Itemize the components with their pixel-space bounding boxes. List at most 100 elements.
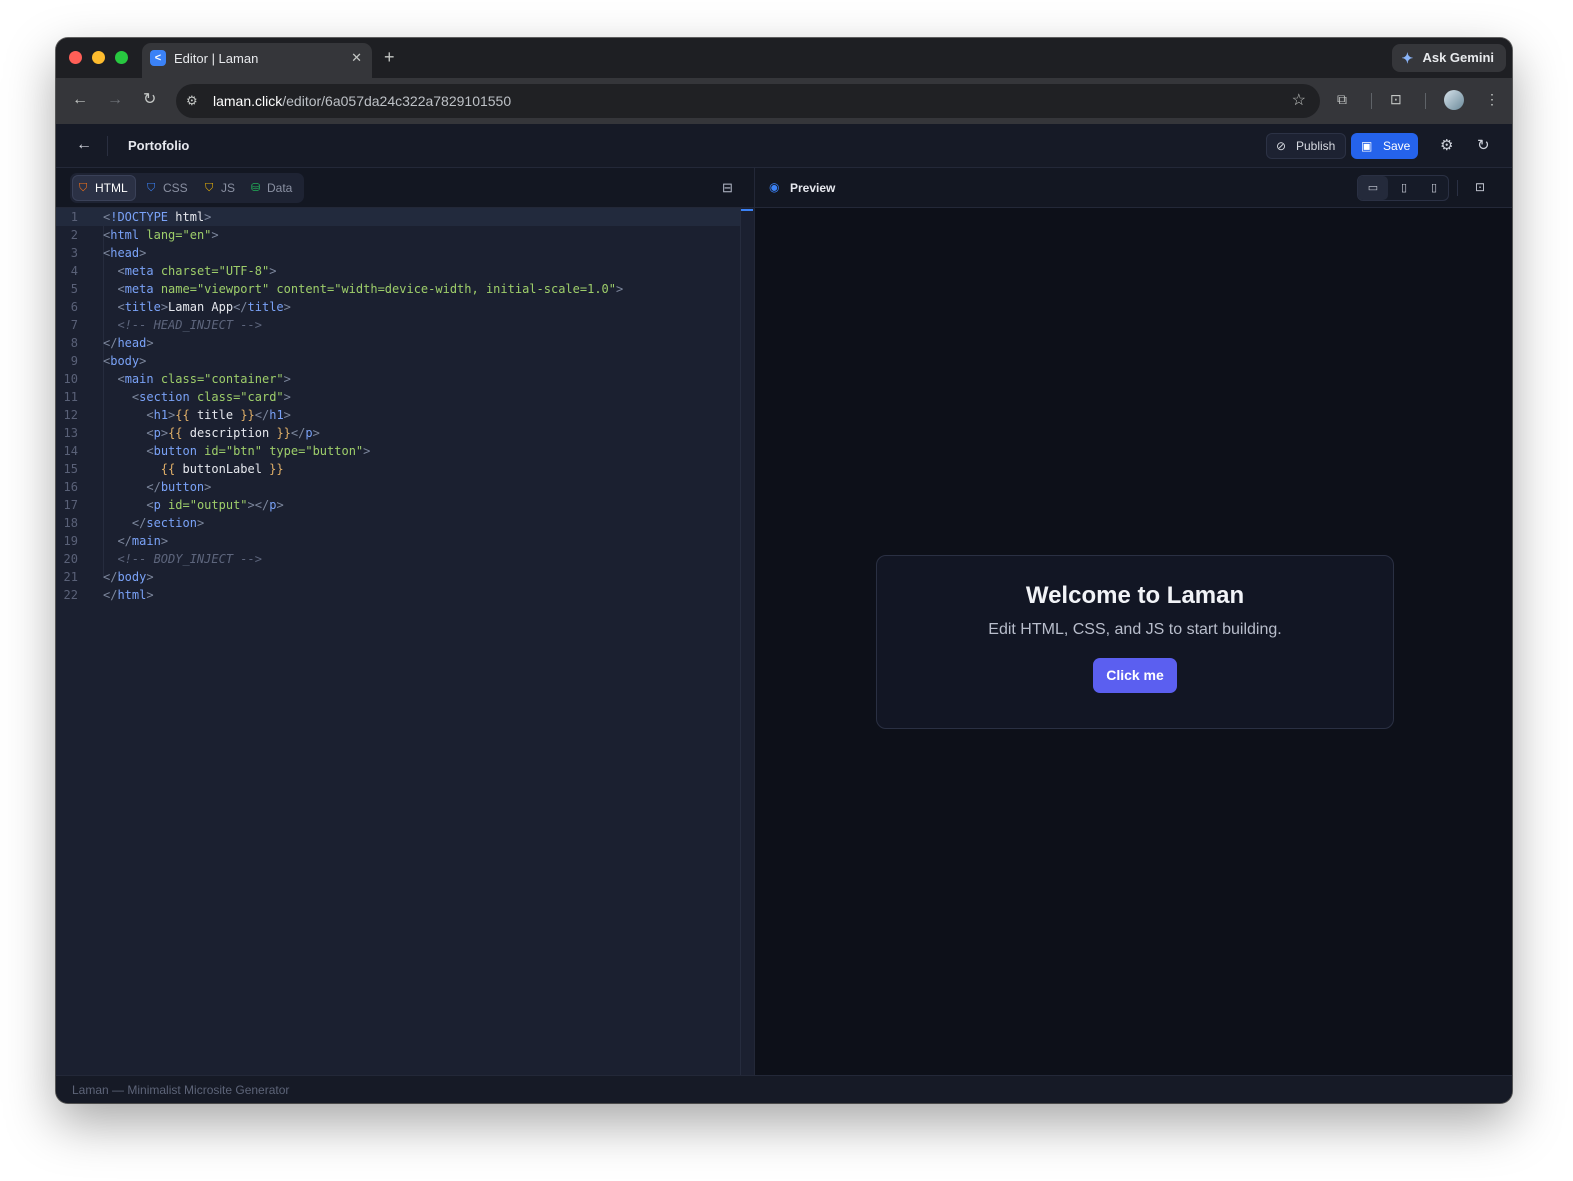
- console-terminal-icon[interactable]: ⊡: [1475, 180, 1485, 194]
- code-token: <: [117, 282, 125, 296]
- code-token: head: [117, 336, 147, 350]
- url-text: laman.click/editor/6a057da24c322a7829101…: [213, 84, 511, 118]
- code-line[interactable]: 5 <meta name="viewport" content="width=d…: [56, 280, 740, 298]
- tab-js[interactable]: ⛉ JS: [199, 176, 235, 200]
- code-line[interactable]: 7 <!-- HEAD_INJECT -->: [56, 316, 740, 334]
- code-token: html: [117, 588, 147, 602]
- code-token: button: [160, 480, 205, 494]
- code-line[interactable]: 9 <body>: [56, 352, 740, 370]
- line-number: 2: [70, 228, 78, 242]
- code-line[interactable]: 4 <meta charset="UTF-8">: [56, 262, 740, 280]
- code-line[interactable]: 12 <h1>{{ title }}</h1>: [56, 406, 740, 424]
- tab-html[interactable]: ⛉ HTML: [73, 176, 135, 200]
- line-number: 17: [63, 498, 78, 512]
- address-bar[interactable]: ⚙ laman.click/editor/6a057da24c322a78291…: [176, 84, 1320, 118]
- code-token: >: [139, 246, 147, 260]
- code-text: </section>: [103, 514, 204, 532]
- code-token: description: [182, 426, 277, 440]
- desktop-view-button[interactable]: ▭: [1358, 176, 1388, 200]
- line-number: 7: [70, 318, 78, 332]
- code-line[interactable]: 21 </body>: [56, 568, 740, 586]
- code-token: "output": [189, 498, 248, 512]
- refresh-icon[interactable]: ↻: [1477, 136, 1490, 154]
- code-token: >: [211, 228, 219, 242]
- code-line[interactable]: 2 <html lang="en">: [56, 226, 740, 244]
- publish-button[interactable]: ⊘ Publish: [1266, 133, 1346, 159]
- line-number: 19: [63, 534, 78, 548]
- site-info-icon[interactable]: ⚙: [186, 84, 198, 118]
- minimize-window-button[interactable]: [92, 51, 105, 64]
- code-token: <: [117, 372, 125, 386]
- code-token: type=: [261, 444, 306, 458]
- click-me-button[interactable]: Click me: [1093, 658, 1177, 693]
- reload-icon[interactable]: ↻: [143, 90, 156, 110]
- bookmark-star-icon[interactable]: ☆: [1292, 84, 1306, 118]
- code-token: head: [110, 246, 140, 260]
- code-text: <main class="container">: [103, 370, 290, 388]
- line-number: 1: [70, 210, 78, 224]
- more-vert-icon[interactable]: ⋮: [1485, 91, 1499, 108]
- tablet-view-button[interactable]: ▯: [1389, 176, 1419, 200]
- code-line[interactable]: 14 <button id="btn" type="button">: [56, 442, 740, 460]
- line-number: 11: [63, 390, 78, 404]
- code-line[interactable]: 17 <p id="output"></p>: [56, 496, 740, 514]
- browser-window: < Editor | Laman ✕ + ✦ Ask Gemini ← → ↻ …: [56, 38, 1512, 1103]
- profile-avatar[interactable]: [1444, 90, 1464, 110]
- code-token: >: [196, 516, 205, 530]
- code-line[interactable]: 11 <section class="card">: [56, 388, 740, 406]
- code-text: </main>: [103, 532, 168, 550]
- editor-scrollbar[interactable]: [740, 208, 754, 1075]
- format-code-icon[interactable]: ⊟: [722, 180, 733, 196]
- back-arrow-icon[interactable]: ←: [76, 136, 92, 154]
- code-token: p: [153, 426, 161, 440]
- tab-search-icon[interactable]: ⊡: [1390, 91, 1402, 108]
- code-line[interactable]: 22 </html>: [56, 586, 740, 604]
- code-text: <head>: [103, 244, 146, 262]
- save-disk-icon: ▣: [1361, 139, 1373, 153]
- code-line[interactable]: 6 <title>Laman App</title>: [56, 298, 740, 316]
- code-text: <!-- HEAD_INJECT -->: [103, 316, 262, 334]
- browser-tab-editor[interactable]: < Editor | Laman ✕: [142, 43, 372, 78]
- settings-gear-icon[interactable]: ⚙: [1440, 136, 1453, 154]
- code-token: button: [153, 444, 197, 458]
- code-token: p: [153, 498, 161, 512]
- tab-title: Editor | Laman: [174, 51, 259, 66]
- extensions-icon[interactable]: ⧉: [1337, 91, 1347, 108]
- code-area[interactable]: 1 <!DOCTYPE html> 2 <html lang="en"> 3 <head>…: [56, 208, 740, 1075]
- tab-data[interactable]: ⛁ Data: [245, 176, 292, 200]
- close-window-button[interactable]: [69, 51, 82, 64]
- mobile-view-button[interactable]: ▯: [1419, 176, 1449, 200]
- database-icon: ⛁: [251, 182, 261, 194]
- code-line[interactable]: 10 <main class="container">: [56, 370, 740, 388]
- tab-css[interactable]: ⛉ CSS: [141, 176, 188, 200]
- forward-arrow-icon[interactable]: →: [107, 90, 123, 110]
- code-line[interactable]: 19 </main>: [56, 532, 740, 550]
- code-line[interactable]: 18 </section>: [56, 514, 740, 532]
- ask-gemini-button[interactable]: ✦ Ask Gemini: [1392, 44, 1506, 72]
- code-token: {{: [168, 426, 183, 440]
- tab-close-icon[interactable]: ✕: [351, 50, 362, 66]
- code-line[interactable]: 15 {{ buttonLabel }}: [56, 460, 740, 478]
- code-token: section: [139, 390, 190, 404]
- code-line[interactable]: 1 <!DOCTYPE html>: [56, 208, 740, 226]
- code-line[interactable]: 13 <p>{{ description }}</p>: [56, 424, 740, 442]
- code-line[interactable]: 8 </head>: [56, 334, 740, 352]
- project-name: Portofolio: [128, 138, 190, 153]
- code-token: ></: [247, 498, 270, 512]
- code-line[interactable]: 3 <head>: [56, 244, 740, 262]
- code-line[interactable]: 16 </button>: [56, 478, 740, 496]
- code-token: >: [146, 570, 154, 584]
- code-token: buttonLabel: [175, 462, 270, 476]
- code-line[interactable]: 20 <!-- BODY_INJECT -->: [56, 550, 740, 568]
- code-text: <h1>{{ title }}</h1>: [103, 406, 291, 424]
- back-arrow-icon[interactable]: ←: [72, 90, 88, 110]
- code-token: </: [146, 480, 161, 494]
- maximize-window-button[interactable]: [115, 51, 128, 64]
- new-tab-icon[interactable]: +: [384, 47, 395, 67]
- browser-toolbar: ← → ↻ ⚙ laman.click/editor/6a057da24c322…: [56, 78, 1512, 124]
- save-button[interactable]: ▣ Save: [1351, 133, 1418, 159]
- preview-pane: ◉ Preview ▭ ▯ ▯ ⊡ Welcome to Laman Edit …: [754, 168, 1512, 1075]
